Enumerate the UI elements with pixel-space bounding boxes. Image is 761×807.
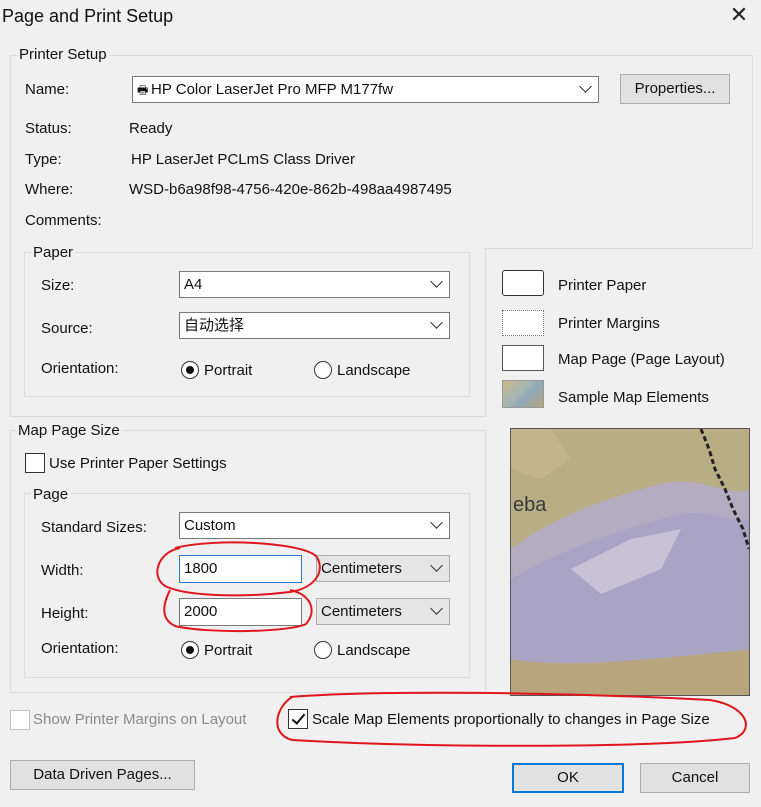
printer-margins-swatch (502, 310, 544, 336)
map-page-legend-label: Map Page (Page Layout) (558, 351, 725, 368)
standard-sizes-select[interactable]: Custom (179, 512, 450, 539)
dialog-title: Page and Print Setup (2, 6, 174, 26)
source-label: Source: (41, 320, 93, 337)
scale-map-elements-checkbox[interactable] (288, 709, 308, 729)
data-driven-pages-button[interactable]: Data Driven Pages... (10, 760, 195, 790)
width-label: Width: (41, 562, 84, 579)
show-printer-margins-label[interactable]: Show Printer Margins on Layout (33, 711, 246, 728)
where-label: Where: (25, 181, 74, 198)
paper-portrait-radio[interactable] (181, 361, 199, 379)
page-orientation-label: Orientation: (41, 640, 119, 657)
width-unit-value: Centimeters (321, 560, 402, 577)
name-label: Name: (25, 81, 70, 98)
paper-legend: Paper (31, 244, 76, 261)
width-unit-select[interactable]: Centimeters (316, 555, 450, 582)
chevron-down-icon (579, 80, 592, 93)
paper-landscape-radio[interactable] (314, 361, 332, 379)
printer-name-select[interactable]: 🖶 HP Color LaserJet Pro MFP M177fw (132, 76, 599, 103)
size-label: Size: (41, 277, 75, 294)
use-printer-paper-label[interactable]: Use Printer Paper Settings (49, 455, 227, 472)
chevron-down-icon (430, 275, 443, 288)
height-label: Height: (41, 605, 89, 622)
type-value: HP LaserJet PCLmS Class Driver (131, 151, 355, 168)
comments-label: Comments: (25, 212, 102, 229)
printer-icon: 🖶 (137, 83, 149, 97)
printer-margins-legend-label: Printer Margins (558, 315, 660, 332)
printer-setup-legend: Printer Setup (17, 46, 109, 63)
close-icon[interactable]: ✕ (728, 4, 750, 26)
paper-size-value: A4 (184, 276, 203, 293)
paper-size-select[interactable]: A4 (179, 271, 450, 298)
map-preview-image: eba (511, 429, 749, 695)
status-value: Ready (129, 120, 173, 137)
sample-map-elements-legend-label: Sample Map Elements (558, 389, 709, 406)
paper-orientation-label: Orientation: (41, 360, 119, 377)
printer-paper-legend-label: Printer Paper (558, 277, 647, 294)
page-landscape-label[interactable]: Landscape (337, 642, 410, 659)
page-portrait-label[interactable]: Portrait (204, 642, 252, 659)
cancel-button[interactable]: Cancel (640, 763, 750, 793)
page-portrait-radio[interactable] (181, 641, 199, 659)
scale-map-elements-label[interactable]: Scale Map Elements proportionally to cha… (312, 711, 710, 728)
preview-map-label: eba (513, 494, 547, 516)
width-input[interactable]: 1800 (179, 555, 302, 583)
paper-source-value: 自动选择 (184, 317, 245, 334)
chevron-down-icon (430, 559, 443, 572)
properties-button[interactable]: Properties... (620, 74, 730, 104)
page-legend: Page (31, 486, 71, 503)
paper-landscape-label[interactable]: Landscape (337, 362, 410, 379)
height-input[interactable]: 2000 (179, 598, 302, 626)
standard-sizes-label: Standard Sizes: (41, 519, 147, 536)
map-page-swatch (502, 345, 544, 371)
printer-name-value: HP Color LaserJet Pro MFP M177fw (151, 81, 394, 98)
height-unit-value: Centimeters (321, 603, 402, 620)
type-label: Type: (25, 151, 62, 168)
chevron-down-icon (430, 316, 443, 329)
chevron-down-icon (430, 602, 443, 615)
page-preview: eba (510, 428, 750, 696)
chevron-down-icon (430, 516, 443, 529)
where-value: WSD-b6a98f98-4756-420e-862b-498aa4987495 (129, 181, 452, 198)
standard-sizes-value: Custom (184, 517, 236, 534)
status-label: Status: (25, 120, 72, 137)
map-page-size-legend: Map Page Size (16, 422, 122, 439)
page-landscape-radio[interactable] (314, 641, 332, 659)
height-unit-select[interactable]: Centimeters (316, 598, 450, 625)
sample-map-elements-swatch (502, 380, 544, 408)
ok-button[interactable]: OK (512, 763, 624, 793)
paper-source-select[interactable]: 自动选择 (179, 312, 450, 339)
printer-paper-swatch (502, 270, 544, 296)
show-printer-margins-checkbox[interactable] (10, 710, 30, 730)
use-printer-paper-checkbox[interactable] (25, 453, 45, 473)
paper-portrait-label[interactable]: Portrait (204, 362, 252, 379)
